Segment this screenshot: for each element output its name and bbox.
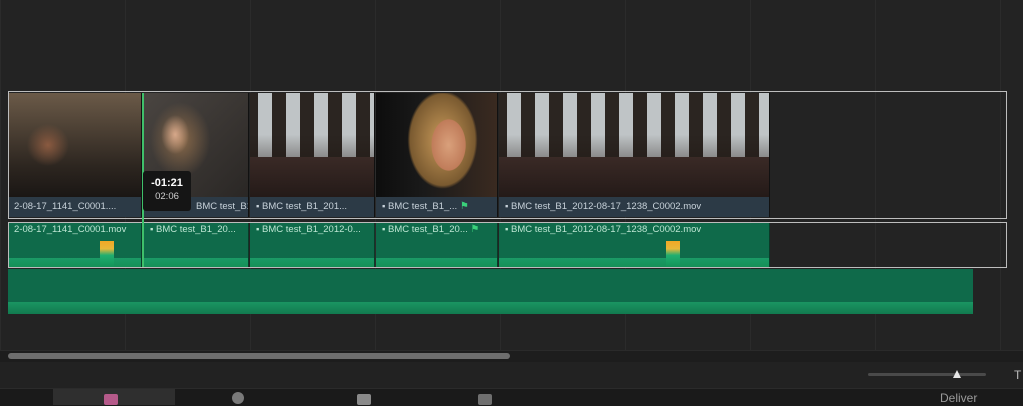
clip-thumbnail [250,93,374,197]
clip-label: 2-08-17_1141_C0001.... [8,197,141,217]
audio-clip[interactable]: ▪ BMC test_B1_2012-08-17_1238_C0002.mov [499,223,770,267]
video-clip[interactable]: ▪ BMC test_B1_... ⚑ [376,93,498,217]
audio-clip-label: ▪ BMC test_B1_20... ⚑ [382,224,480,235]
waveform [499,249,769,267]
audio-clip-label: 2-08-17_1141_C0001.mov [14,224,127,235]
clip-thumbnail [499,93,769,197]
tab-deliver-label[interactable]: Deliver [940,391,977,405]
audio-track-2-clip[interactable] [8,269,973,314]
trim-tooltip: -01:21 02:06 [143,171,191,211]
flag-icon: ⚑ [470,224,480,235]
video-clip[interactable]: 2-08-17_1141_C0001.... [8,93,142,217]
waveform [250,249,374,267]
video-clip[interactable]: ▪ BMC test_B1_201... [250,93,375,217]
scrollbar-thumb[interactable] [8,353,510,359]
color-wheel-icon[interactable] [232,392,244,404]
audio-clip-label: ▪ BMC test_B1_2012-08-17_1238_C0002.mov [505,224,702,235]
edit-icon[interactable] [357,394,371,405]
audio-clip[interactable]: ▪ BMC test_B1_2012-0... [250,223,375,267]
clip-thumbnail [8,93,141,197]
clip-label: ▪ BMC test_B1_2012-08-17_1238_C0002.mov [499,197,769,217]
audio-clip[interactable]: ▪ BMC test_B1_20... [144,223,249,267]
waveform [144,249,248,267]
trim-duration: 02:06 [155,191,179,202]
clip-thumbnail [376,93,497,197]
audio-clip-label: ▪ BMC test_B1_2012-0... [256,224,361,235]
flag-icon: ⚑ [459,201,469,212]
waveform-peak [666,241,680,267]
audio-clip[interactable]: ▪ BMC test_B1_20... ⚑ [376,223,498,267]
zoom-slider-knob[interactable] [953,370,961,378]
audio-clip-label: ▪ BMC test_B1_20... [150,224,236,235]
audio-clip[interactable]: 2-08-17_1141_C0001.mov [8,223,142,267]
waveform [376,249,497,267]
media-icon[interactable] [104,394,118,405]
zoom-slider[interactable] [868,373,986,376]
trim-offset: -01:21 [151,177,183,189]
clip-label: ▪ BMC test_B1_... ⚑ [376,197,497,217]
waveform [8,249,141,267]
waveform [8,302,973,314]
waveform-peak [100,241,114,267]
zoom-edge-glyph: T [1014,368,1022,382]
video-clip[interactable]: ▪ BMC test_B1_2012-08-17_1238_C0002.mov [499,93,770,217]
clip-label: ▪ BMC test_B1_201... [250,197,374,217]
deliver-icon[interactable] [478,394,492,405]
